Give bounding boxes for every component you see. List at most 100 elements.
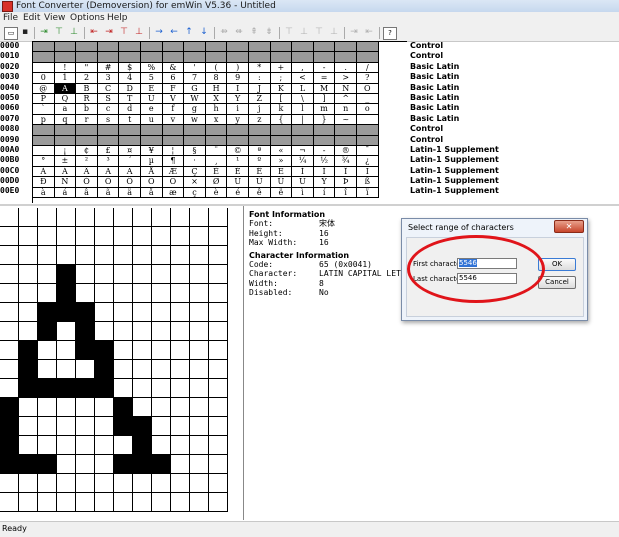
char-cell[interactable] bbox=[54, 135, 77, 146]
glyph-pixel[interactable] bbox=[95, 493, 114, 512]
glyph-pixel[interactable] bbox=[57, 208, 76, 227]
arrow-right-icon[interactable]: → bbox=[153, 27, 165, 38]
glyph-pixel[interactable] bbox=[152, 417, 171, 436]
glyph-pixel[interactable] bbox=[19, 227, 38, 246]
char-cell[interactable] bbox=[33, 52, 55, 63]
char-cell[interactable]: â bbox=[76, 187, 98, 198]
char-cell[interactable] bbox=[76, 125, 98, 136]
char-cell[interactable]: » bbox=[270, 156, 293, 167]
char-cell[interactable] bbox=[249, 52, 271, 63]
char-cell[interactable]: W bbox=[184, 94, 206, 105]
char-cell[interactable]: j bbox=[249, 104, 271, 115]
glyph-pixel[interactable] bbox=[171, 360, 190, 379]
glyph-pixel[interactable] bbox=[57, 455, 76, 474]
char-cell[interactable]: × bbox=[184, 177, 206, 188]
char-cell[interactable]: Ø bbox=[205, 177, 228, 188]
glyph-pixel[interactable] bbox=[133, 246, 152, 265]
grow-up-icon[interactable]: ⇞ bbox=[248, 27, 260, 38]
char-cell[interactable]: Z bbox=[249, 94, 271, 105]
char-cell[interactable]: t bbox=[119, 114, 141, 126]
char-cell[interactable]: ~ bbox=[335, 114, 357, 126]
char-cell[interactable]: « bbox=[270, 146, 293, 157]
glyph-pixel[interactable] bbox=[152, 436, 171, 455]
char-cell[interactable]: N bbox=[335, 83, 357, 94]
char-cell[interactable]: C bbox=[97, 83, 120, 94]
char-cell[interactable]: d bbox=[119, 104, 141, 115]
glyph-pixel[interactable] bbox=[190, 360, 209, 379]
char-cell[interactable]: e bbox=[141, 104, 163, 115]
glyph-pixel[interactable] bbox=[19, 379, 38, 398]
char-cell[interactable]: ² bbox=[76, 156, 98, 167]
char-cell[interactable]: Â bbox=[76, 166, 98, 178]
glyph-pixel[interactable] bbox=[209, 246, 228, 265]
glyph-pixel[interactable] bbox=[38, 246, 57, 265]
glyph-pixel[interactable] bbox=[0, 398, 19, 417]
char-cell[interactable] bbox=[76, 52, 98, 63]
char-cell[interactable]: y bbox=[227, 114, 249, 126]
char-cell[interactable] bbox=[205, 135, 228, 146]
char-cell[interactable] bbox=[292, 52, 314, 63]
glyph-pixel[interactable] bbox=[76, 246, 95, 265]
char-cell[interactable] bbox=[97, 42, 120, 53]
char-cell[interactable]: ? bbox=[357, 73, 379, 84]
glyph-pixel[interactable] bbox=[114, 493, 133, 512]
char-cell[interactable]: ° bbox=[33, 156, 55, 167]
glyph-pixel[interactable] bbox=[0, 246, 19, 265]
char-cell[interactable] bbox=[119, 125, 141, 136]
char-cell[interactable] bbox=[97, 135, 120, 146]
insert-row-bottom-icon[interactable]: ⊥ bbox=[68, 27, 80, 38]
char-cell[interactable]: < bbox=[292, 73, 314, 84]
char-cell[interactable]: = bbox=[313, 73, 336, 84]
glyph-pixel[interactable] bbox=[152, 360, 171, 379]
char-cell[interactable]: - bbox=[313, 62, 336, 74]
char-cell[interactable]: K bbox=[270, 83, 293, 94]
glyph-pixel[interactable] bbox=[190, 227, 209, 246]
char-cell[interactable]: å bbox=[141, 187, 163, 198]
char-cell[interactable]: 0 bbox=[33, 73, 55, 84]
glyph-pixel[interactable] bbox=[19, 341, 38, 360]
glyph-pixel[interactable] bbox=[95, 455, 114, 474]
glyph-pixel[interactable] bbox=[38, 436, 57, 455]
glyph-pixel[interactable] bbox=[76, 208, 95, 227]
char-cell[interactable]: 5 bbox=[141, 73, 163, 84]
glyph-pixel[interactable] bbox=[209, 303, 228, 322]
char-cell[interactable]: H bbox=[205, 83, 228, 94]
glyph-pixel[interactable] bbox=[76, 265, 95, 284]
char-cell[interactable]: æ bbox=[162, 187, 185, 198]
char-cell[interactable]: l bbox=[292, 104, 314, 115]
char-cell[interactable]: 7 bbox=[184, 73, 206, 84]
char-cell[interactable]: " bbox=[76, 62, 98, 74]
glyph-pixel[interactable] bbox=[114, 398, 133, 417]
char-cell[interactable]: 1 bbox=[54, 73, 77, 84]
char-cell[interactable] bbox=[205, 52, 228, 63]
char-cell[interactable]: T bbox=[119, 94, 141, 105]
char-cell[interactable]: Ð bbox=[33, 177, 55, 188]
char-cell[interactable]: { bbox=[270, 114, 293, 126]
char-cell[interactable]: Î bbox=[335, 166, 357, 178]
char-cell[interactable]: Ï bbox=[357, 166, 379, 178]
glyph-pixel[interactable] bbox=[19, 246, 38, 265]
glyph-pixel[interactable] bbox=[114, 341, 133, 360]
glyph-pixel[interactable] bbox=[19, 398, 38, 417]
new-file-icon[interactable]: ▭ bbox=[4, 27, 18, 40]
glyph-pixel[interactable] bbox=[152, 455, 171, 474]
glyph-pixel[interactable] bbox=[133, 360, 152, 379]
glyph-pixel[interactable] bbox=[152, 303, 171, 322]
char-cell[interactable]: Ó bbox=[97, 177, 120, 188]
char-cell[interactable]: ¬ bbox=[292, 146, 314, 157]
char-cell[interactable]: 3 bbox=[97, 73, 120, 84]
char-cell[interactable]: Ñ bbox=[54, 177, 77, 188]
char-cell[interactable] bbox=[162, 125, 185, 136]
glyph-pixel[interactable] bbox=[114, 379, 133, 398]
char-cell[interactable]: [ bbox=[270, 94, 293, 105]
char-cell[interactable]: ã bbox=[97, 187, 120, 198]
char-cell[interactable]: 8 bbox=[205, 73, 228, 84]
char-cell[interactable]: ` bbox=[33, 104, 55, 115]
glyph-pixel[interactable] bbox=[38, 322, 57, 341]
char-cell[interactable] bbox=[335, 42, 357, 53]
char-cell[interactable]: ; bbox=[270, 73, 293, 84]
char-cell[interactable]: 2 bbox=[76, 73, 98, 84]
char-cell[interactable] bbox=[270, 125, 293, 136]
char-cell[interactable] bbox=[357, 114, 379, 126]
glyph-pixel[interactable] bbox=[171, 341, 190, 360]
